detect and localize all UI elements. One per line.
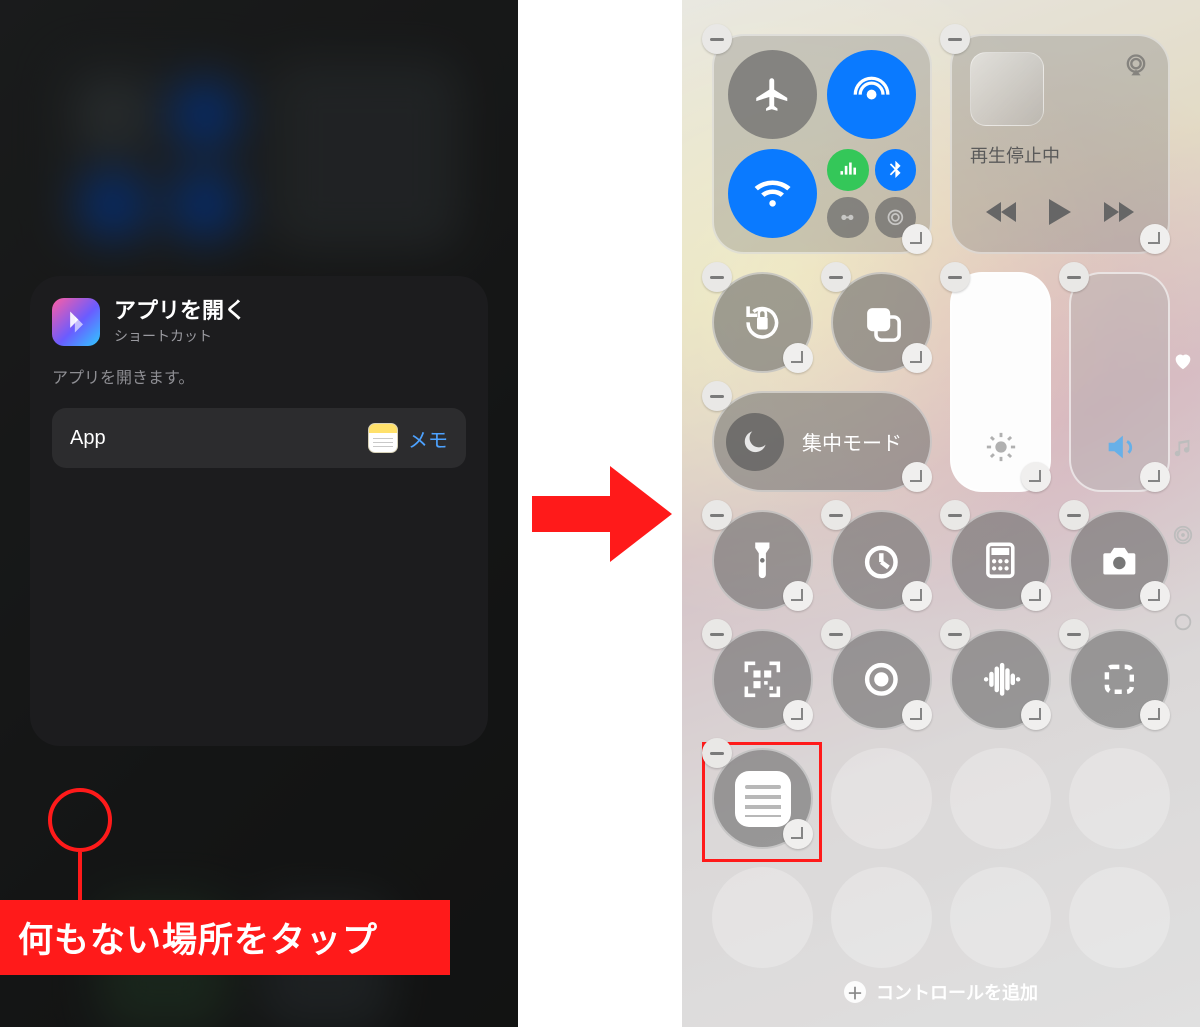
calculator-button[interactable]	[950, 510, 1051, 611]
drag-handle[interactable]	[1021, 581, 1051, 611]
drag-handle[interactable]	[902, 700, 932, 730]
screen-record-button[interactable]	[831, 629, 932, 730]
screen-mirroring-button[interactable]	[831, 272, 932, 373]
step-arrow	[532, 462, 672, 566]
brightness-icon	[984, 430, 1018, 464]
drag-handle[interactable]	[1021, 462, 1051, 492]
drag-handle[interactable]	[1140, 700, 1170, 730]
card-title: アプリを開く	[114, 298, 246, 324]
drag-handle[interactable]	[902, 224, 932, 254]
right-screenshot: 再生停止中	[682, 0, 1200, 1027]
airdrop-button[interactable]	[827, 50, 916, 139]
remove-badge[interactable]	[702, 262, 732, 292]
moon-icon	[726, 413, 784, 471]
empty-slot[interactable]	[831, 867, 932, 968]
drag-handle[interactable]	[783, 581, 813, 611]
annotation-leader-line	[78, 852, 82, 902]
volume-slider[interactable]	[1069, 272, 1170, 492]
annotation-tap-circle	[48, 788, 112, 852]
card-subtitle: ショートカット	[114, 326, 246, 346]
plus-icon: ＋	[844, 981, 866, 1003]
drag-handle[interactable]	[783, 700, 813, 730]
empty-slot[interactable]	[712, 867, 813, 968]
remove-badge[interactable]	[1059, 619, 1089, 649]
qr-code-button[interactable]	[712, 629, 813, 730]
remove-badge[interactable]	[821, 619, 851, 649]
drag-handle[interactable]	[902, 581, 932, 611]
remove-badge[interactable]	[702, 381, 732, 411]
timer-button[interactable]	[831, 510, 932, 611]
connectivity-panel[interactable]	[712, 34, 932, 254]
focus-label: 集中モード	[802, 427, 902, 456]
flashlight-button[interactable]	[712, 510, 813, 611]
app-label: App	[70, 427, 106, 450]
remove-badge[interactable]	[1059, 500, 1089, 530]
remove-badge[interactable]	[940, 262, 970, 292]
drag-handle[interactable]	[902, 343, 932, 373]
connectivity-subgrid	[827, 149, 916, 238]
empty-slot[interactable]	[1069, 867, 1170, 968]
bluetooth-button[interactable]	[875, 149, 917, 191]
media-panel[interactable]: 再生停止中	[950, 34, 1170, 254]
drag-handle[interactable]	[783, 819, 813, 849]
left-screenshot: アプリを開く ショートカット アプリを開きます。 App メモ 何もない場所をタ…	[0, 0, 518, 1027]
broadcast-icon	[1172, 524, 1194, 551]
remove-badge[interactable]	[821, 500, 851, 530]
focus-mode-button[interactable]: 集中モード	[712, 391, 932, 492]
card-description: アプリを開きます。	[52, 364, 466, 388]
circle-icon	[1172, 611, 1194, 638]
control-center-edit: 再生停止中	[682, 0, 1200, 1027]
empty-slot[interactable]	[831, 748, 932, 849]
remove-badge[interactable]	[1059, 262, 1089, 292]
album-art	[970, 52, 1044, 126]
camera-button[interactable]	[1069, 510, 1170, 611]
remove-badge[interactable]	[940, 500, 970, 530]
airplay-icon[interactable]	[1122, 52, 1150, 80]
app-selector-row[interactable]: App メモ	[52, 408, 466, 468]
heart-icon	[1172, 350, 1194, 377]
empty-slot[interactable]	[950, 748, 1051, 849]
side-icons	[1166, 350, 1200, 638]
remove-badge[interactable]	[821, 262, 851, 292]
music-icon	[1172, 437, 1194, 464]
sound-recognition-button[interactable]	[950, 629, 1051, 730]
app-value: メモ	[408, 424, 448, 453]
forward-button[interactable]	[1102, 200, 1136, 229]
shortcuts-app-icon	[52, 298, 100, 346]
cellular-button[interactable]	[827, 149, 869, 191]
remove-badge[interactable]	[702, 738, 732, 768]
annotation-label: 何もない場所をタップ	[0, 900, 450, 975]
drag-handle[interactable]	[902, 462, 932, 492]
remove-badge[interactable]	[702, 24, 732, 54]
remove-badge[interactable]	[702, 619, 732, 649]
add-control-button[interactable]: ＋ コントロールを追加	[682, 979, 1200, 1005]
brightness-slider[interactable]	[950, 272, 1051, 492]
shortcut-card: アプリを開く ショートカット アプリを開きます。 App メモ	[30, 276, 488, 746]
notes-app-icon	[368, 423, 398, 453]
hotspot-button[interactable]	[827, 197, 869, 239]
remove-badge[interactable]	[940, 24, 970, 54]
drag-handle[interactable]	[1140, 581, 1170, 611]
wifi-button[interactable]	[728, 149, 817, 238]
dashed-square-button[interactable]	[1069, 629, 1170, 730]
play-button[interactable]	[1047, 197, 1073, 232]
add-control-label: コントロールを追加	[876, 979, 1038, 1005]
empty-slot[interactable]	[950, 867, 1051, 968]
airplane-mode-button[interactable]	[728, 50, 817, 139]
empty-slot[interactable]	[1069, 748, 1170, 849]
drag-handle[interactable]	[783, 343, 813, 373]
remove-badge[interactable]	[702, 500, 732, 530]
rewind-button[interactable]	[984, 200, 1018, 229]
rotation-lock-button[interactable]	[712, 272, 813, 373]
media-status: 再生停止中	[970, 142, 1150, 168]
drag-handle[interactable]	[1021, 700, 1051, 730]
drag-handle[interactable]	[1140, 224, 1170, 254]
volume-icon	[1103, 430, 1137, 464]
